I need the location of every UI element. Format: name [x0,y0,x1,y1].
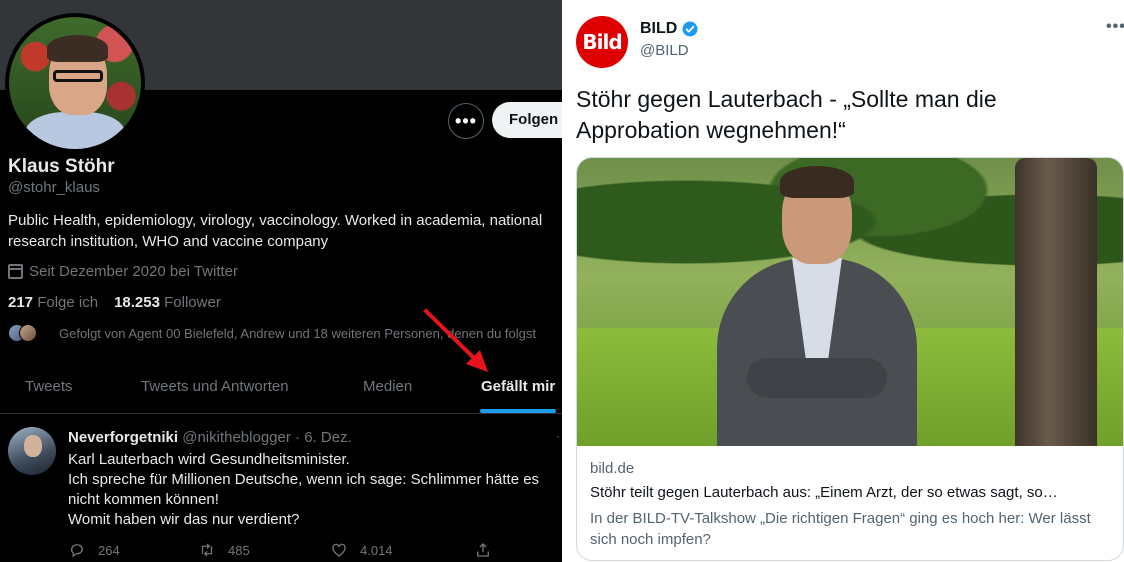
tweet-separator: · [295,429,301,446]
bild-avatar[interactable]: Bild [576,16,628,68]
tweet-more-icon[interactable]: · [556,429,560,443]
followers-label: Follower [164,294,221,311]
tweet-header: Neverforgetniki @nikitheblogger · 6. Dez… [68,429,352,446]
tab-medien[interactable]: Medien [363,378,412,395]
calendar-icon [8,264,23,279]
bild-more-button[interactable]: ••• [1106,18,1124,36]
like-icon [332,543,346,557]
tab-gefaellt-mir[interactable]: Gefällt mir [481,378,555,395]
link-card-image [577,158,1123,446]
follow-button[interactable]: Folgen [492,102,562,138]
followers-count: 18.253 [114,294,160,311]
tab-tweets[interactable]: Tweets [25,378,73,395]
profile-joined: Seit Dezember 2020 bei Twitter [8,263,238,280]
active-tab-indicator [480,409,556,413]
tweet-text-line: Karl Lauterbach wird Gesundheitsminister… [68,451,350,468]
bild-handle[interactable]: @BILD [640,42,689,59]
reply-button[interactable]: 264 [68,541,120,559]
following-label: Folge ich [37,294,99,311]
tweet-author-handle[interactable]: @nikitheblogger [182,429,291,446]
joined-text: Seit Dezember 2020 bei Twitter [29,263,238,280]
profile-handle: @stohr_klaus [8,179,100,196]
retweet-button[interactable]: 485 [198,541,250,559]
more-options-button[interactable]: ••• [448,103,484,139]
share-icon [477,543,489,557]
like-button[interactable]: 4.014 [330,541,393,559]
like-count: 4.014 [360,542,393,558]
retweet-count: 485 [228,542,250,558]
profile-bio: Public Health, epidemiology, virology, v… [8,212,543,250]
bild-name-row[interactable]: BILD [640,20,699,38]
tweet-text: Karl Lauterbach wird Gesundheitsminister… [68,450,558,530]
tab-tweets-und-antworten[interactable]: Tweets und Antworten [141,378,289,395]
link-card-title: Stöhr teilt gegen Lauterbach aus: „Einem… [590,484,1058,501]
reply-count: 264 [98,542,120,558]
red-arrow-annotation [424,309,488,372]
follower-avatar [19,324,37,342]
link-card-domain: bild.de [590,460,635,477]
link-card[interactable]: bild.de Stöhr teilt gegen Lauterbach aus… [576,157,1124,561]
profile-stats: 217 Folge ich 18.253 Follower [8,294,221,311]
tweet-date[interactable]: 6. Dez. [304,429,352,446]
verified-badge-icon [682,21,698,37]
bild-tweet-text: Stöhr gegen Lauterbach - „Sollte man die… [576,86,997,143]
profile-name: Klaus Stöhr [8,156,115,177]
profile-avatar[interactable] [5,13,145,153]
following-count: 217 [8,294,34,311]
liked-tweet[interactable]: Neverforgetniki @nikitheblogger · 6. Dez… [0,415,562,562]
following-link[interactable]: 217 Folge ich [8,294,98,311]
bild-tweet-panel: Bild BILD @BILD ••• Stöhr gegen Lauterba… [562,0,1124,562]
tweet-author-avatar[interactable] [8,427,56,475]
reply-icon [71,544,83,558]
retweet-icon [201,543,213,557]
followers-link[interactable]: 18.253 Follower [114,294,221,311]
bild-logo-text: Bild [582,30,622,54]
link-card-description: In der BILD-TV-Talkshow „Die richtigen F… [590,510,1091,548]
share-button[interactable] [474,541,492,559]
tweet-author-name[interactable]: Neverforgetniki [68,429,178,446]
bild-account-name: BILD [640,20,678,37]
tweet-text-line: Womit haben wir das nur verdient? [68,511,300,528]
profile-panel: ••• Folgen Klaus Stöhr @stohr_klaus Publ… [0,0,562,562]
tweet-text-line: Ich spreche für Millionen Deutsche, wenn… [68,471,540,508]
profile-avatar-image [9,17,141,149]
